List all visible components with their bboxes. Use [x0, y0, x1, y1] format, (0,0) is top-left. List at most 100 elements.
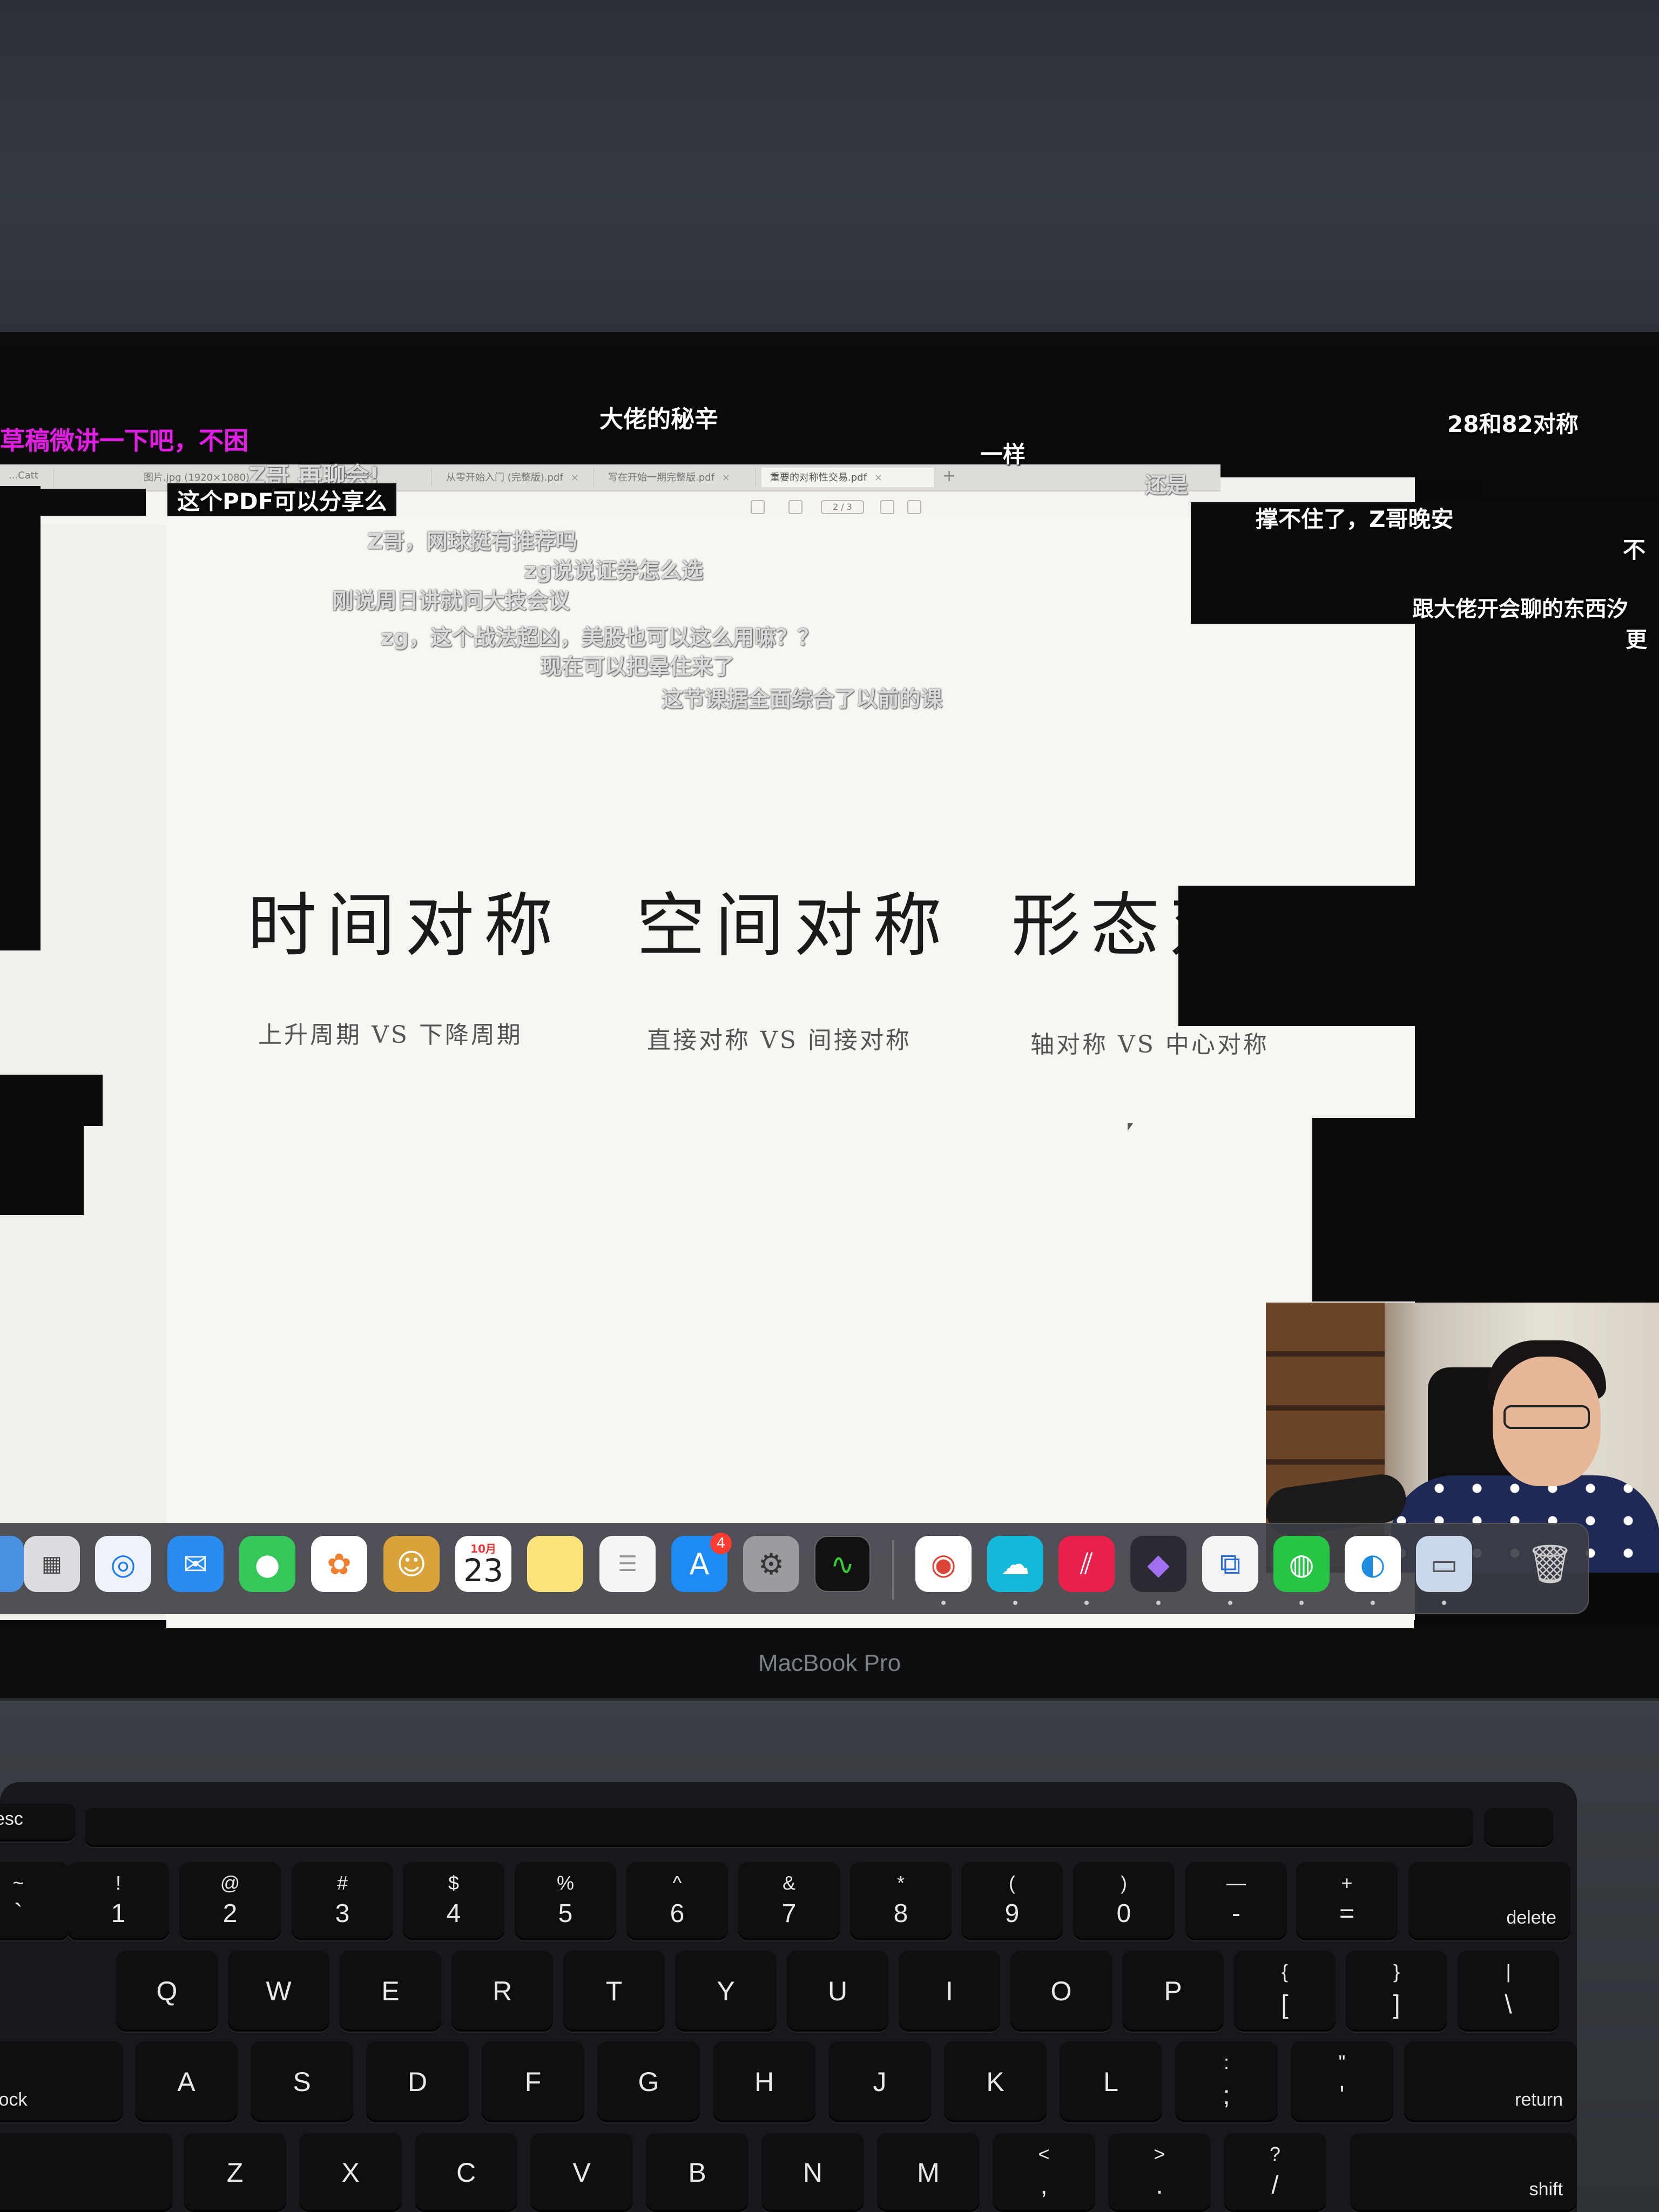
- chrome-icon[interactable]: ◉: [915, 1536, 972, 1592]
- contacts-icon[interactable]: ☺: [383, 1536, 440, 1592]
- key-period[interactable]: >.: [1108, 2133, 1211, 2212]
- redaction-block: [1312, 1118, 1659, 1301]
- key-5[interactable]: % 5: [515, 1862, 616, 1940]
- notification-badge: 4: [710, 1533, 732, 1554]
- key-o[interactable]: O: [1010, 1951, 1112, 2032]
- mail-icon[interactable]: ✉: [167, 1536, 224, 1592]
- calendar-icon[interactable]: 10月 23: [455, 1536, 511, 1592]
- key-shift-left[interactable]: [0, 2133, 173, 2212]
- danmaku-comment: 跟大佬开会聊的东西汐: [1412, 597, 1628, 622]
- close-icon[interactable]: ×: [722, 472, 730, 483]
- key-open-bracket[interactable]: {[: [1234, 1951, 1336, 2032]
- key-2[interactable]: @2: [179, 1862, 281, 1940]
- key-x[interactable]: X: [299, 2133, 402, 2212]
- key-label: L: [1103, 2067, 1118, 2097]
- rotate-icon[interactable]: [880, 500, 894, 514]
- key-8[interactable]: * 8: [850, 1862, 952, 1940]
- parallels-icon[interactable]: ⫽: [1058, 1536, 1115, 1592]
- key-touch-id[interactable]: [1484, 1808, 1553, 1847]
- key-7[interactable]: & 7: [738, 1862, 840, 1940]
- finder-icon[interactable]: [0, 1536, 24, 1592]
- key-m[interactable]: M: [877, 2133, 980, 2212]
- key-3[interactable]: #3: [292, 1862, 393, 1940]
- fit-page-icon[interactable]: [788, 500, 802, 514]
- key-l[interactable]: L: [1060, 2041, 1162, 2122]
- preview-icon[interactable]: ▭: [1416, 1536, 1472, 1592]
- key-z[interactable]: Z: [184, 2133, 286, 2212]
- key-slash[interactable]: ? /: [1224, 2133, 1326, 2212]
- key-u[interactable]: U: [787, 1951, 888, 2032]
- key-w[interactable]: W: [228, 1951, 329, 2032]
- key-shift-right[interactable]: shift: [1350, 2133, 1577, 2212]
- key-=[interactable]: + =: [1296, 1862, 1398, 1940]
- key-label: 3: [335, 1899, 350, 1928]
- key-label: G: [638, 2067, 659, 2097]
- notes-icon[interactable]: [527, 1536, 583, 1592]
- key-g[interactable]: G: [597, 2041, 700, 2122]
- key-label: O: [1050, 1976, 1072, 2006]
- key-r[interactable]: R: [451, 1951, 553, 2032]
- key-d[interactable]: D: [366, 2041, 469, 2122]
- key-6[interactable]: ^ 6: [626, 1862, 728, 1940]
- touch-bar[interactable]: [85, 1808, 1473, 1847]
- key-1[interactable]: ! 1: [68, 1862, 169, 1940]
- trash-icon[interactable]: 🗑: [1522, 1536, 1578, 1592]
- key-t[interactable]: T: [563, 1951, 665, 2032]
- icloud-icon[interactable]: ☁: [987, 1536, 1043, 1592]
- close-icon[interactable]: ×: [571, 472, 579, 483]
- key-e[interactable]: E: [340, 1951, 441, 2032]
- key-quote[interactable]: " ': [1291, 2041, 1393, 2122]
- key-q[interactable]: Q: [116, 1951, 218, 2032]
- key-delete[interactable]: delete: [1408, 1862, 1570, 1940]
- close-icon[interactable]: ×: [874, 472, 882, 483]
- key-p[interactable]: P: [1122, 1951, 1224, 2032]
- add-icon[interactable]: [751, 500, 765, 514]
- reminders-icon[interactable]: ☰: [599, 1536, 656, 1592]
- key-j[interactable]: J: [828, 2041, 931, 2122]
- key-9[interactable]: (9: [961, 1862, 1063, 1940]
- tab-4[interactable]: 写在开始一期完整版.pdf ×: [599, 468, 756, 487]
- key-esc[interactable]: esc: [0, 1804, 76, 1842]
- key-caps-lock[interactable]: lock: [0, 2041, 123, 2122]
- edge-icon[interactable]: ◐: [1345, 1536, 1401, 1592]
- key-n[interactable]: N: [761, 2133, 864, 2212]
- page-number-field[interactable]: 2 / 3: [821, 500, 864, 514]
- remote-desktop-icon[interactable]: ⧉: [1202, 1536, 1258, 1592]
- system-settings-icon[interactable]: ⚙: [743, 1536, 799, 1592]
- key-v[interactable]: V: [530, 2133, 633, 2212]
- key--[interactable]: — -: [1185, 1862, 1287, 1940]
- key-y[interactable]: Y: [675, 1951, 777, 2032]
- laptop-brand-label: MacBook Pro: [758, 1650, 901, 1676]
- key-c[interactable]: C: [415, 2133, 517, 2212]
- key-label: Z: [226, 2157, 244, 2188]
- key-0[interactable]: ) 0: [1073, 1862, 1175, 1940]
- activity-monitor-icon[interactable]: ∿: [814, 1536, 871, 1592]
- sidebar-toggle-icon[interactable]: [907, 500, 921, 514]
- key-f[interactable]: F: [482, 2041, 584, 2122]
- key-semicolon[interactable]: :;: [1175, 2041, 1278, 2122]
- photos-icon[interactable]: ✿: [311, 1536, 367, 1592]
- app-store-icon[interactable]: A4: [671, 1533, 732, 1592]
- key-b[interactable]: B: [646, 2133, 748, 2212]
- tab-3[interactable]: 从零开始入门 (完整版).pdf ×: [437, 468, 594, 487]
- obsidian-icon[interactable]: ◆: [1130, 1536, 1186, 1592]
- key-comma[interactable]: <,: [993, 2133, 1095, 2212]
- key-backtick[interactable]: ~ `: [0, 1862, 69, 1940]
- tab-5-active[interactable]: 重要的对称性交易.pdf ×: [761, 468, 934, 487]
- wechat-icon[interactable]: ◍: [1273, 1536, 1330, 1592]
- key-label: #: [336, 1872, 348, 1894]
- launchpad-icon[interactable]: ▦: [24, 1536, 80, 1592]
- key-k[interactable]: K: [944, 2041, 1047, 2122]
- key-a[interactable]: A: [135, 2041, 238, 2122]
- key-return[interactable]: return: [1404, 2041, 1577, 2122]
- key-h[interactable]: H: [713, 2041, 815, 2122]
- key-close-bracket[interactable]: }]: [1346, 1951, 1447, 2032]
- key-s[interactable]: S: [251, 2041, 353, 2122]
- key-4[interactable]: $4: [403, 1862, 504, 1940]
- new-tab-plus-icon[interactable]: +: [942, 467, 956, 485]
- messages-icon[interactable]: ●: [239, 1536, 295, 1592]
- key-backslash[interactable]: | \: [1458, 1951, 1559, 2032]
- tab-0[interactable]: ...Catt: [0, 468, 54, 487]
- safari-icon[interactable]: ◎: [95, 1536, 151, 1592]
- key-i[interactable]: I: [899, 1951, 1000, 2032]
